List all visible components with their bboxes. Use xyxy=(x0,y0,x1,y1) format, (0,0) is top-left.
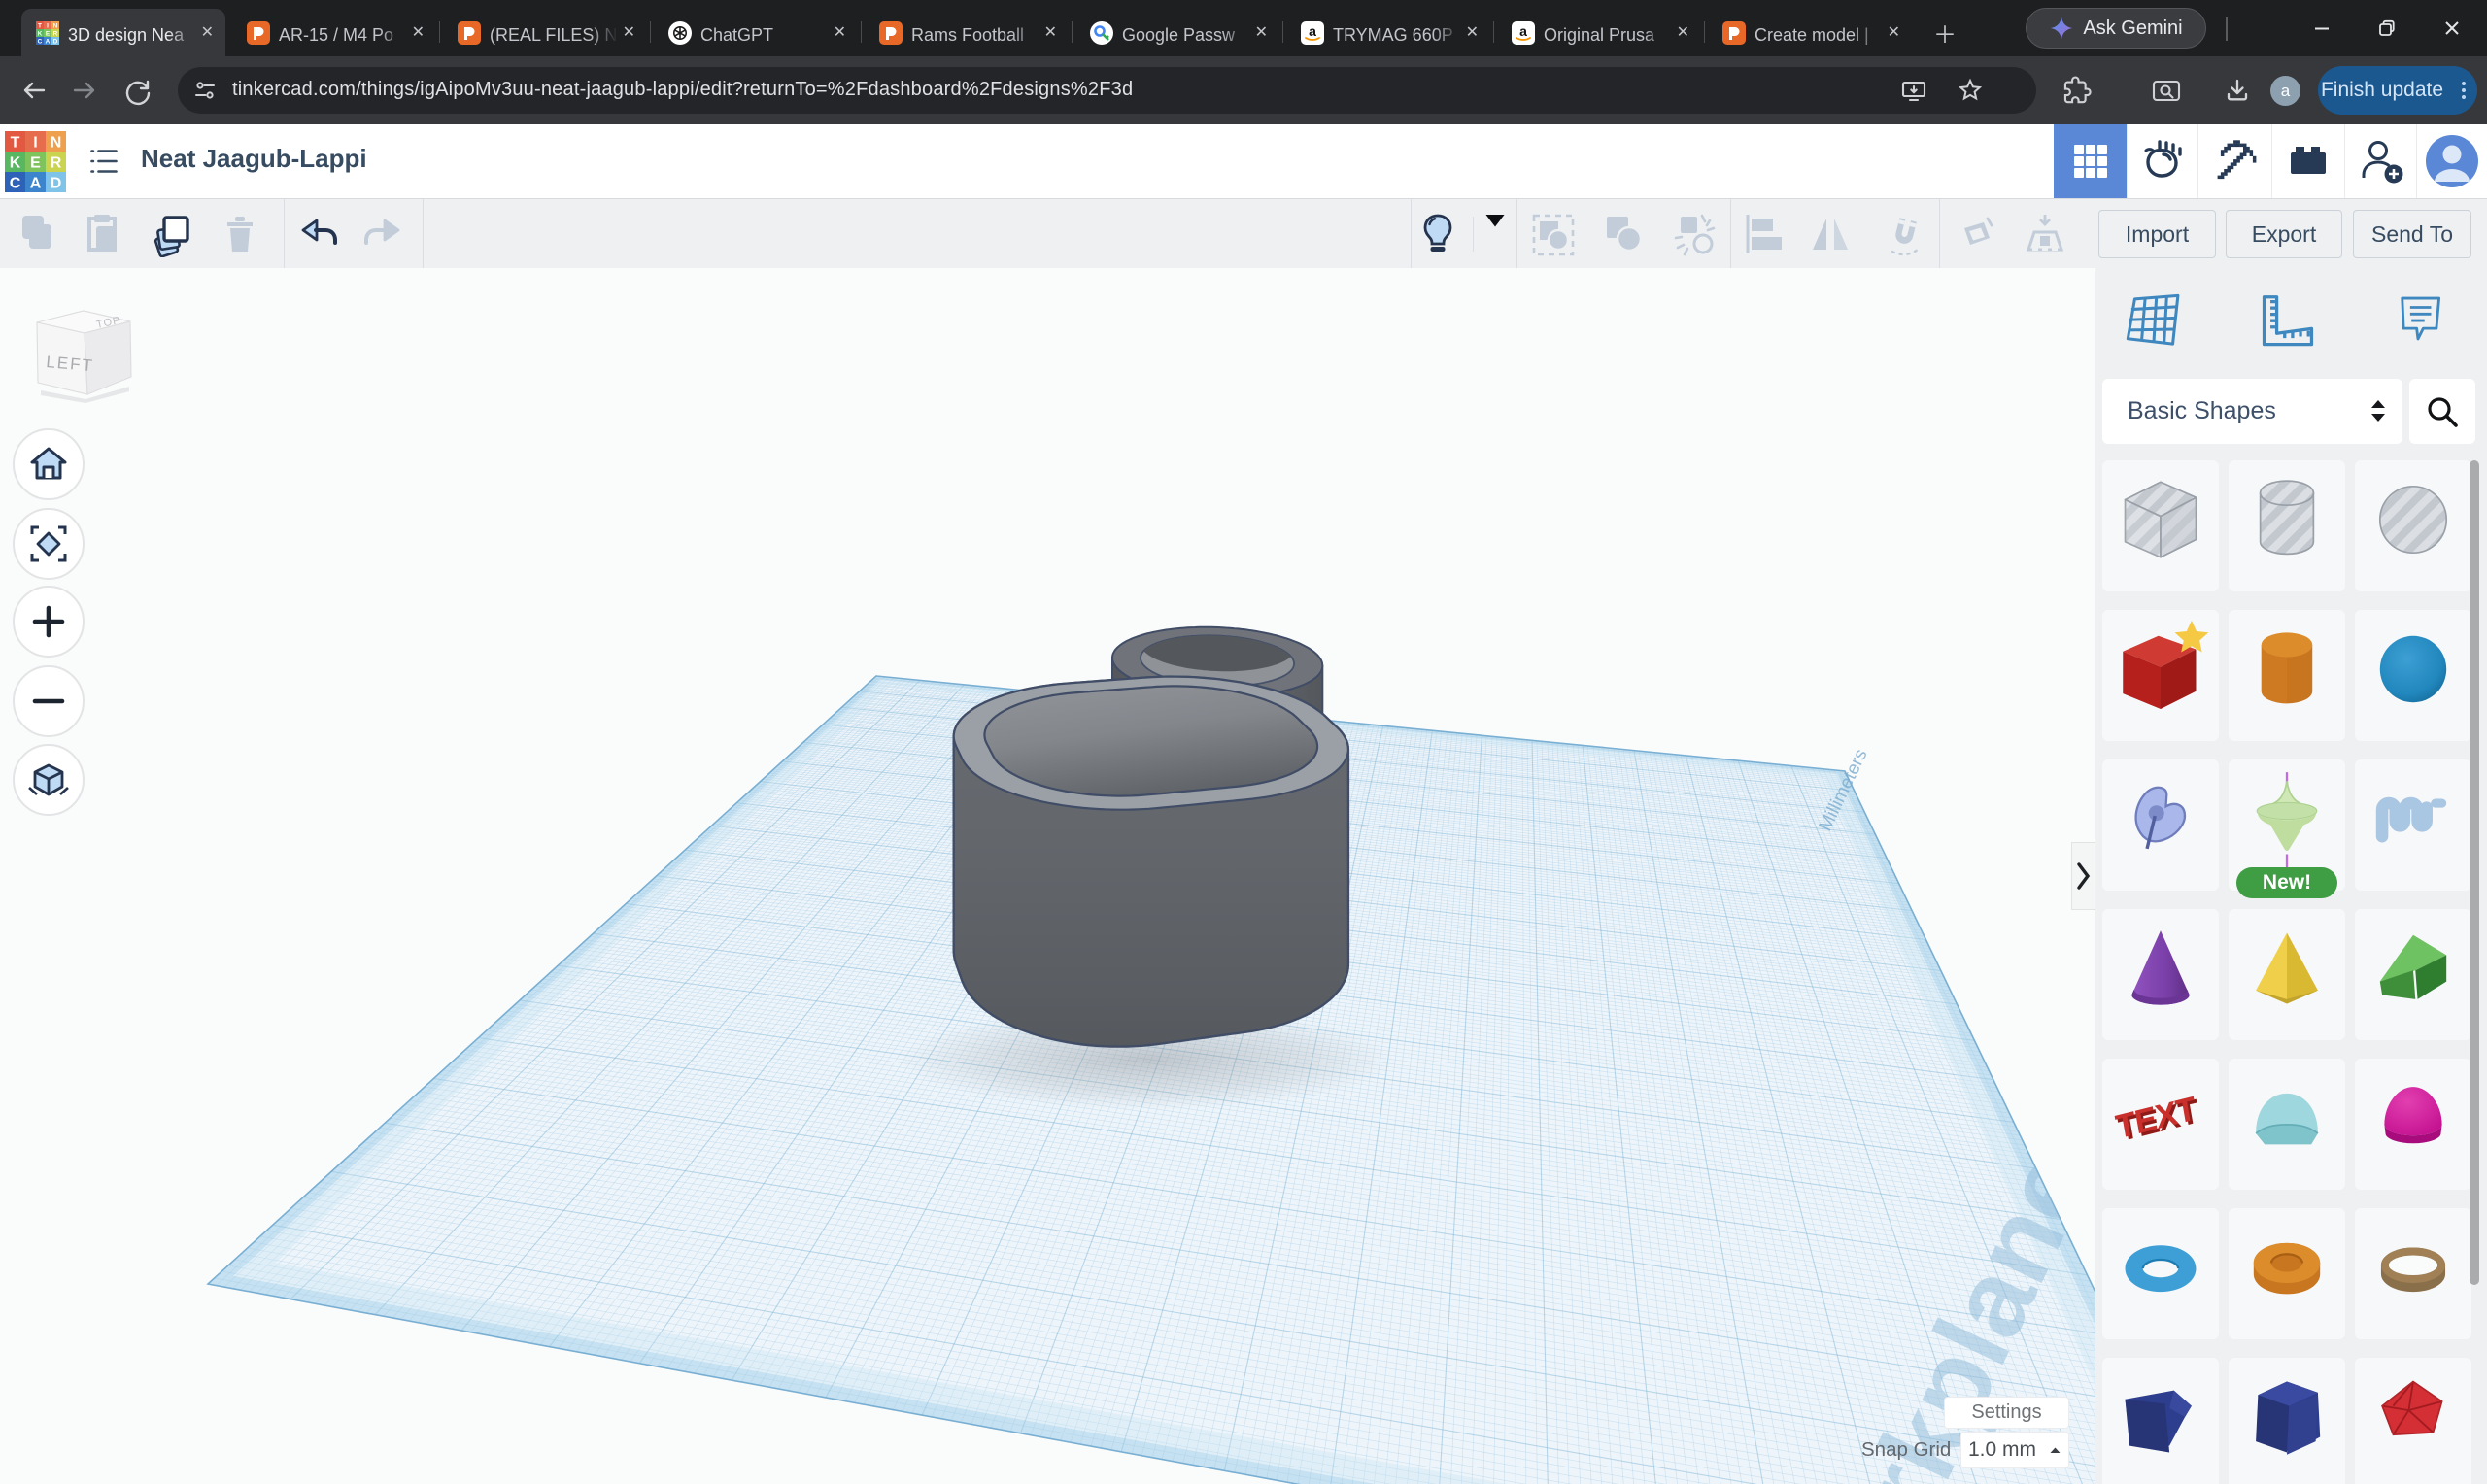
svg-text:A: A xyxy=(30,176,42,192)
svg-text:D: D xyxy=(51,176,62,192)
svg-text:K: K xyxy=(38,30,43,37)
svg-text:N: N xyxy=(51,135,62,152)
svg-text:E: E xyxy=(30,155,41,172)
svg-text:N: N xyxy=(53,22,58,29)
svg-text:R: R xyxy=(53,30,58,37)
svg-text:K: K xyxy=(10,155,21,172)
svg-text:a: a xyxy=(1519,23,1527,39)
svg-text:D: D xyxy=(53,38,58,45)
svg-text:T: T xyxy=(38,22,42,29)
svg-text:E: E xyxy=(46,30,51,37)
svg-text:I: I xyxy=(47,22,49,29)
svg-text:R: R xyxy=(51,155,62,172)
svg-text:T: T xyxy=(11,135,20,152)
svg-text:a: a xyxy=(1309,23,1316,39)
svg-text:C: C xyxy=(38,38,43,45)
svg-text:C: C xyxy=(10,176,21,192)
svg-text:I: I xyxy=(33,135,37,152)
svg-text:A: A xyxy=(46,38,51,45)
